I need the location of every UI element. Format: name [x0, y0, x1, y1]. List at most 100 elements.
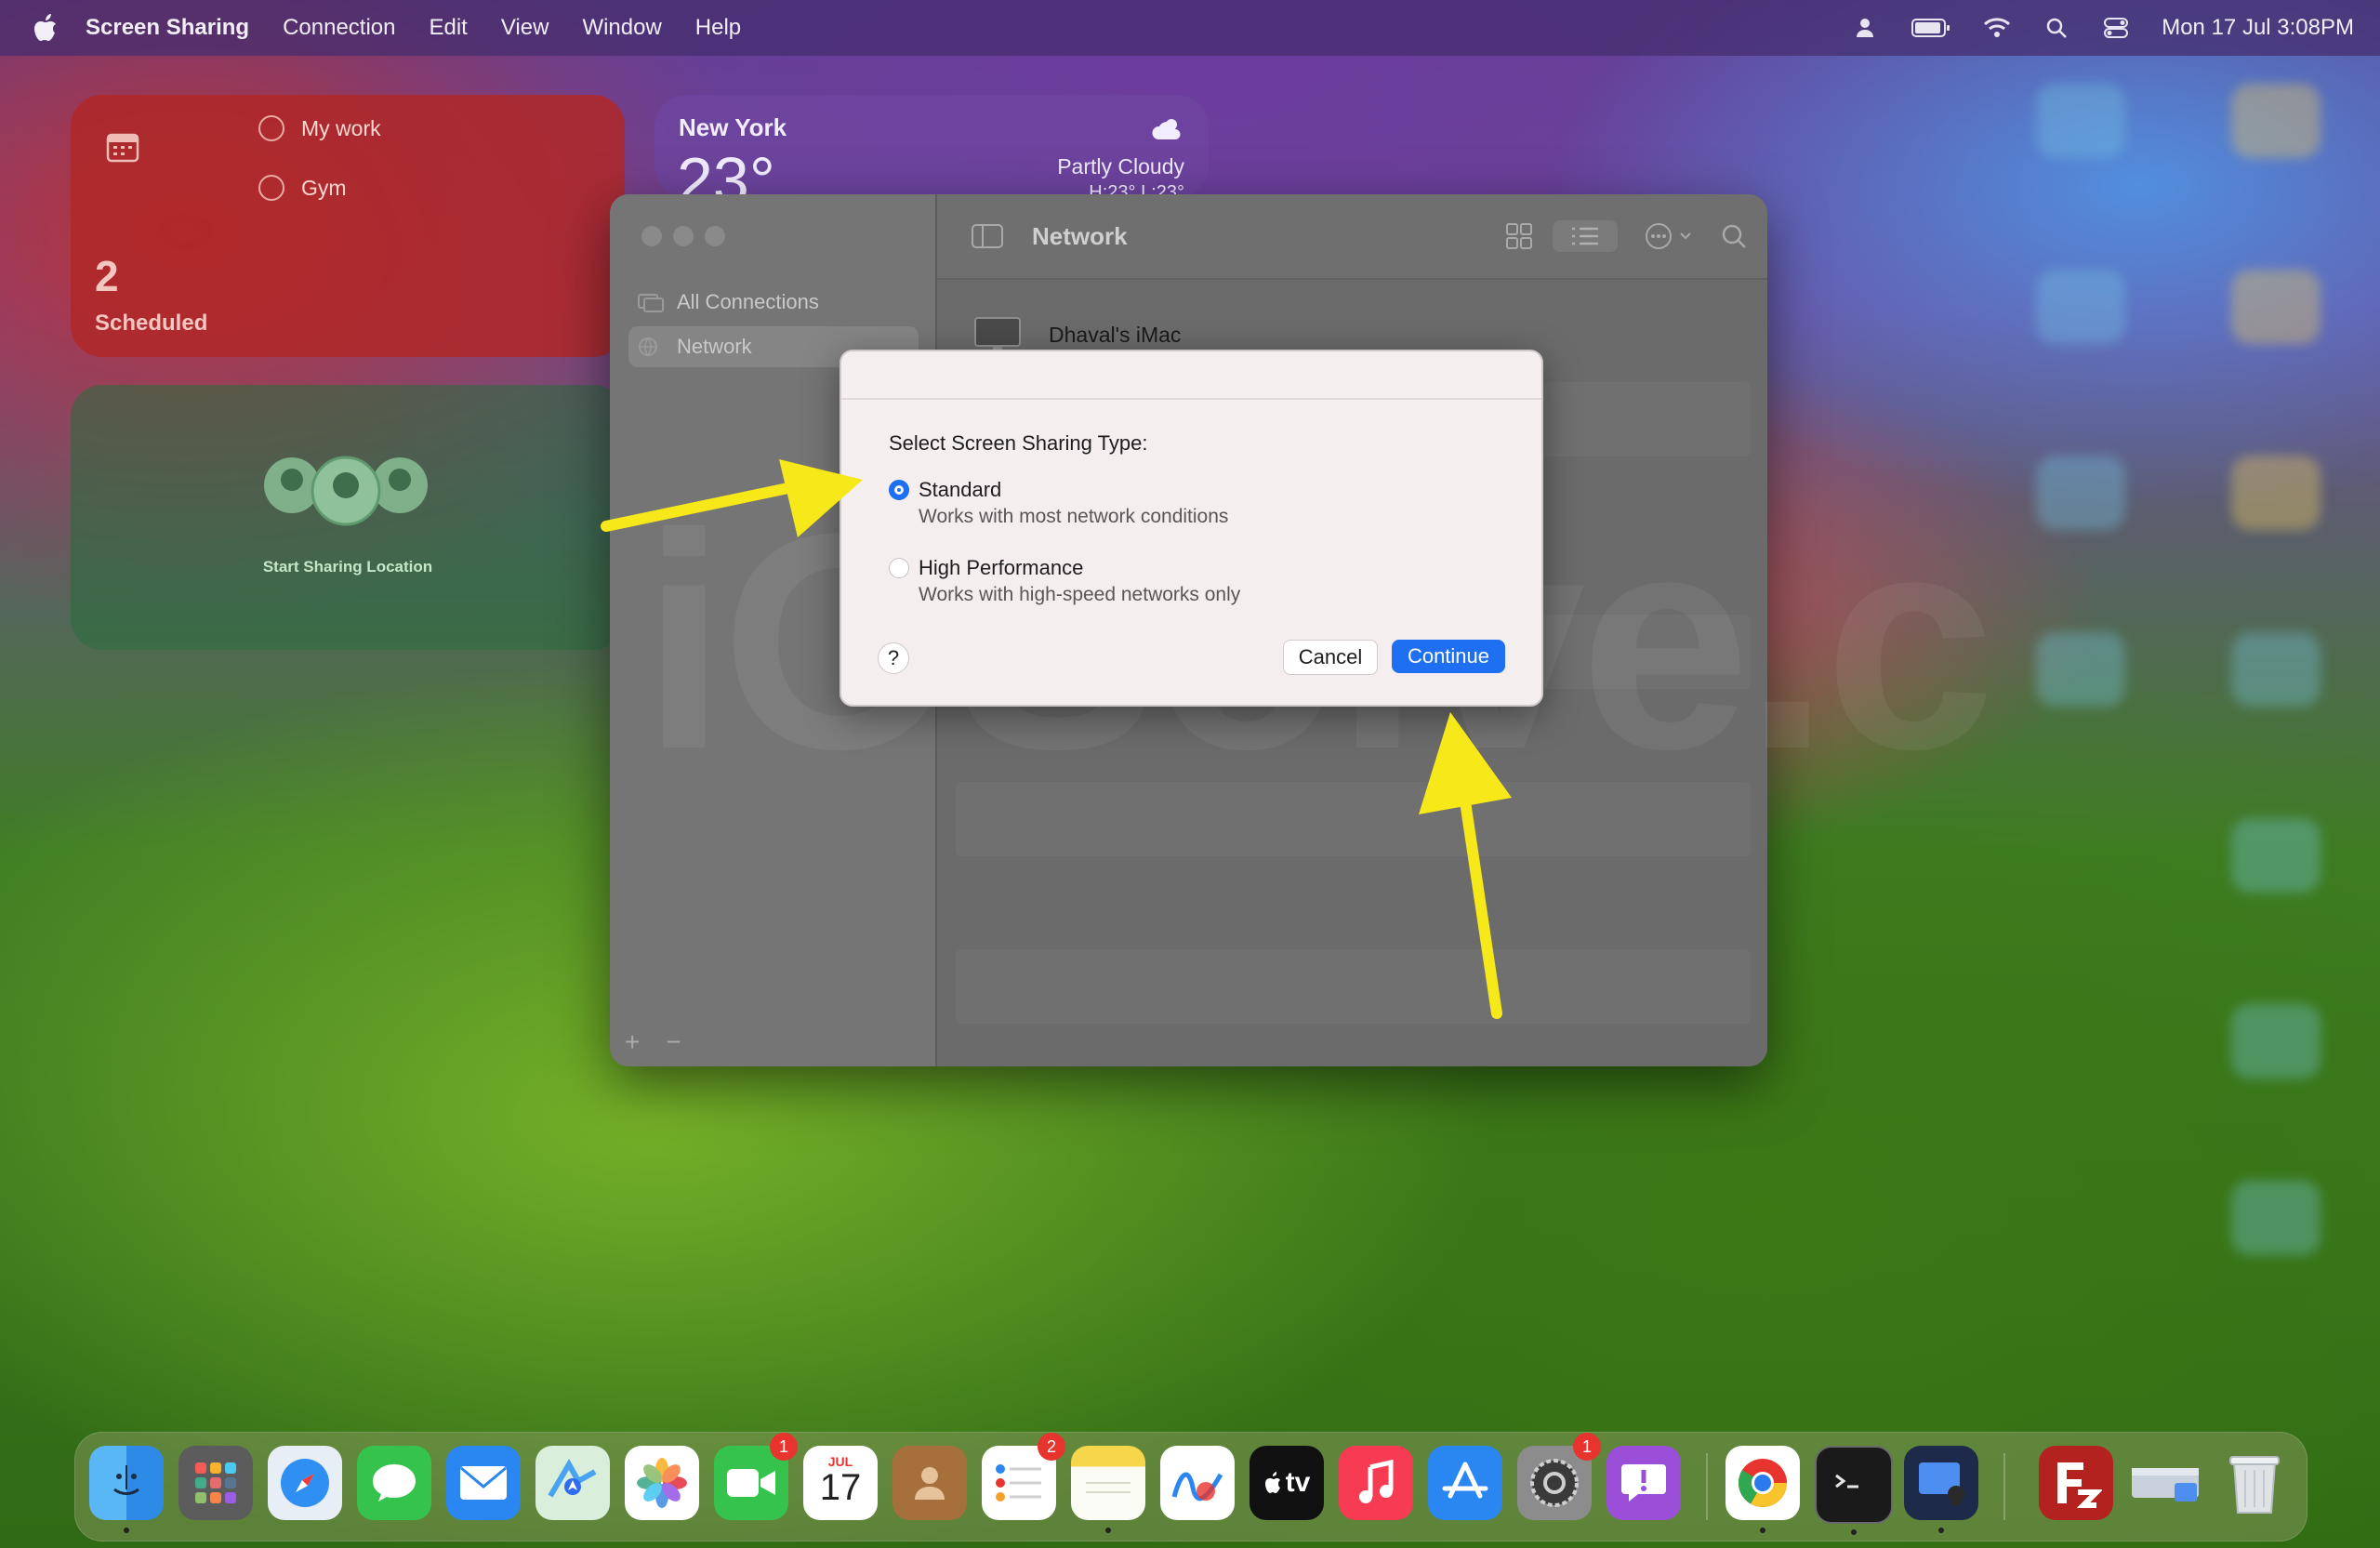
more-options-icon[interactable] — [1642, 220, 1701, 252]
dialog-divider — [841, 398, 1541, 400]
menu-view[interactable]: View — [501, 15, 549, 41]
close-window-button[interactable] — [641, 226, 662, 246]
desktop-blurred-icon — [2036, 270, 2125, 344]
option-description: Works with most network conditions — [919, 506, 1229, 527]
people-avatars-icon — [262, 446, 430, 536]
remove-connection-button[interactable]: − — [666, 1027, 681, 1057]
screen-sharing-type-dialog: Select Screen Sharing Type: Standard Wor… — [840, 350, 1543, 707]
radio-button[interactable] — [889, 558, 909, 578]
desktop-blurred-icon — [2036, 456, 2125, 530]
device-name: Dhaval's iMac — [1049, 322, 1182, 347]
battery-icon[interactable] — [1911, 14, 1951, 42]
finder-icon[interactable] — [89, 1446, 164, 1533]
apple-tv-label: tv — [1285, 1467, 1311, 1498]
filezilla-icon[interactable] — [2039, 1446, 2113, 1520]
reminder-checkbox[interactable] — [258, 115, 284, 141]
wifi-icon[interactable] — [1983, 14, 2011, 42]
partly-cloudy-icon — [1151, 115, 1184, 141]
spotlight-search-icon[interactable] — [2043, 14, 2070, 42]
list-view-icon[interactable] — [1553, 220, 1618, 252]
menu-edit[interactable]: Edit — [429, 15, 467, 41]
contacts-icon[interactable] — [892, 1446, 967, 1520]
device-row[interactable]: Dhaval's iMac — [974, 317, 1181, 352]
terminal-icon[interactable] — [1815, 1446, 1893, 1535]
reminders-widget[interactable]: My work Gym 2 Scheduled — [71, 95, 625, 357]
option-high-performance[interactable]: High Performance Works with high-speed n… — [889, 556, 1240, 606]
trash-icon[interactable] — [2217, 1446, 2292, 1520]
zoom-window-button[interactable] — [705, 226, 725, 246]
weather-condition: Partly Cloudy — [1057, 154, 1184, 179]
dialog-title: Select Screen Sharing Type: — [889, 431, 1148, 455]
empty-row — [956, 949, 1751, 1024]
add-connection-button[interactable]: + — [625, 1027, 640, 1057]
help-button[interactable]: ? — [878, 642, 909, 674]
apple-menu-icon[interactable] — [32, 12, 60, 44]
dock-separator — [1706, 1453, 1708, 1520]
grid-view-icon[interactable] — [1502, 220, 1536, 252]
desktop-blurred-icon — [2231, 632, 2320, 707]
search-icon[interactable] — [1718, 220, 1750, 252]
downloads-folder-icon[interactable] — [2128, 1446, 2202, 1520]
control-center-icon[interactable] — [2102, 14, 2130, 42]
facetime-icon[interactable]: 1 — [714, 1433, 798, 1520]
screen-sharing-app-icon[interactable] — [1904, 1446, 1978, 1533]
freeform-icon[interactable] — [1160, 1446, 1235, 1520]
photos-icon[interactable] — [625, 1446, 699, 1520]
notification-badge: 2 — [1038, 1433, 1065, 1461]
sidebar-item-label: Network — [677, 335, 752, 358]
calendar-icon — [106, 130, 139, 164]
desktop-blurred-icon — [2231, 456, 2320, 530]
menu-connection[interactable]: Connection — [283, 15, 395, 41]
user-icon[interactable] — [1851, 14, 1879, 42]
mail-icon[interactable] — [446, 1446, 521, 1520]
running-indicator — [1105, 1528, 1111, 1533]
menu-bar: Screen Sharing Connection Edit View Wind… — [0, 0, 2380, 56]
dock-separator — [2003, 1453, 2005, 1520]
reminders-app-icon[interactable]: 2 — [982, 1433, 1065, 1520]
imac-icon — [974, 317, 1021, 352]
menu-app-name[interactable]: Screen Sharing — [86, 15, 249, 41]
weather-temperature: 23° — [677, 144, 775, 197]
sidebar-item-label: All Connections — [677, 290, 819, 313]
app-store-icon[interactable] — [1428, 1446, 1502, 1520]
continue-button[interactable]: Continue — [1392, 640, 1505, 673]
weather-widget[interactable]: New York 23° Partly Cloudy H:23° L:23° — [654, 95, 1209, 197]
desktop-blurred-icon — [2231, 818, 2320, 893]
findmy-label: Start Sharing Location — [262, 558, 433, 576]
minimize-window-button[interactable] — [673, 226, 694, 246]
system-settings-icon[interactable]: 1 — [1517, 1433, 1601, 1520]
sidebar-item-all-connections[interactable]: All Connections — [628, 282, 919, 323]
weather-city: New York — [679, 113, 787, 141]
reminder-checkbox[interactable] — [258, 175, 284, 201]
notes-icon[interactable] — [1071, 1446, 1145, 1533]
menu-help[interactable]: Help — [695, 15, 741, 41]
sidebar-footer: + − — [625, 1027, 681, 1057]
calendar-app-icon[interactable]: JUL 17 — [803, 1446, 878, 1520]
messages-icon[interactable] — [357, 1446, 431, 1520]
reminders-count: 2 — [95, 252, 119, 300]
toolbar-title: Network — [1032, 222, 1128, 250]
feedback-assistant-icon[interactable] — [1606, 1446, 1681, 1520]
maps-icon[interactable] — [536, 1446, 610, 1520]
safari-icon[interactable] — [268, 1446, 342, 1520]
notification-badge: 1 — [1573, 1433, 1601, 1461]
findmy-widget[interactable]: Start Sharing Location — [71, 385, 625, 650]
menu-clock[interactable]: Mon 17 Jul 3:08PM — [2162, 15, 2354, 41]
reminder-label: Gym — [301, 175, 347, 200]
sidebar-toggle-icon[interactable] — [971, 220, 1004, 252]
calendar-day: 17 — [819, 1467, 862, 1508]
radio-button-selected[interactable] — [889, 480, 909, 500]
menu-window[interactable]: Window — [582, 15, 661, 41]
chrome-icon[interactable] — [1726, 1446, 1800, 1533]
dock: 1 JUL 17 2 tv 1 — [74, 1432, 2307, 1541]
cancel-button[interactable]: Cancel — [1283, 640, 1378, 675]
globe-icon — [638, 337, 664, 357]
launchpad-icon[interactable] — [178, 1446, 253, 1520]
reminder-item[interactable]: Gym — [258, 175, 347, 201]
running-indicator — [1938, 1528, 1944, 1533]
running-indicator — [1851, 1529, 1857, 1535]
apple-tv-icon[interactable]: tv — [1250, 1446, 1324, 1520]
option-standard[interactable]: Standard Works with most network conditi… — [889, 478, 1228, 528]
reminder-item[interactable]: My work — [258, 115, 381, 141]
music-icon[interactable] — [1339, 1446, 1413, 1520]
